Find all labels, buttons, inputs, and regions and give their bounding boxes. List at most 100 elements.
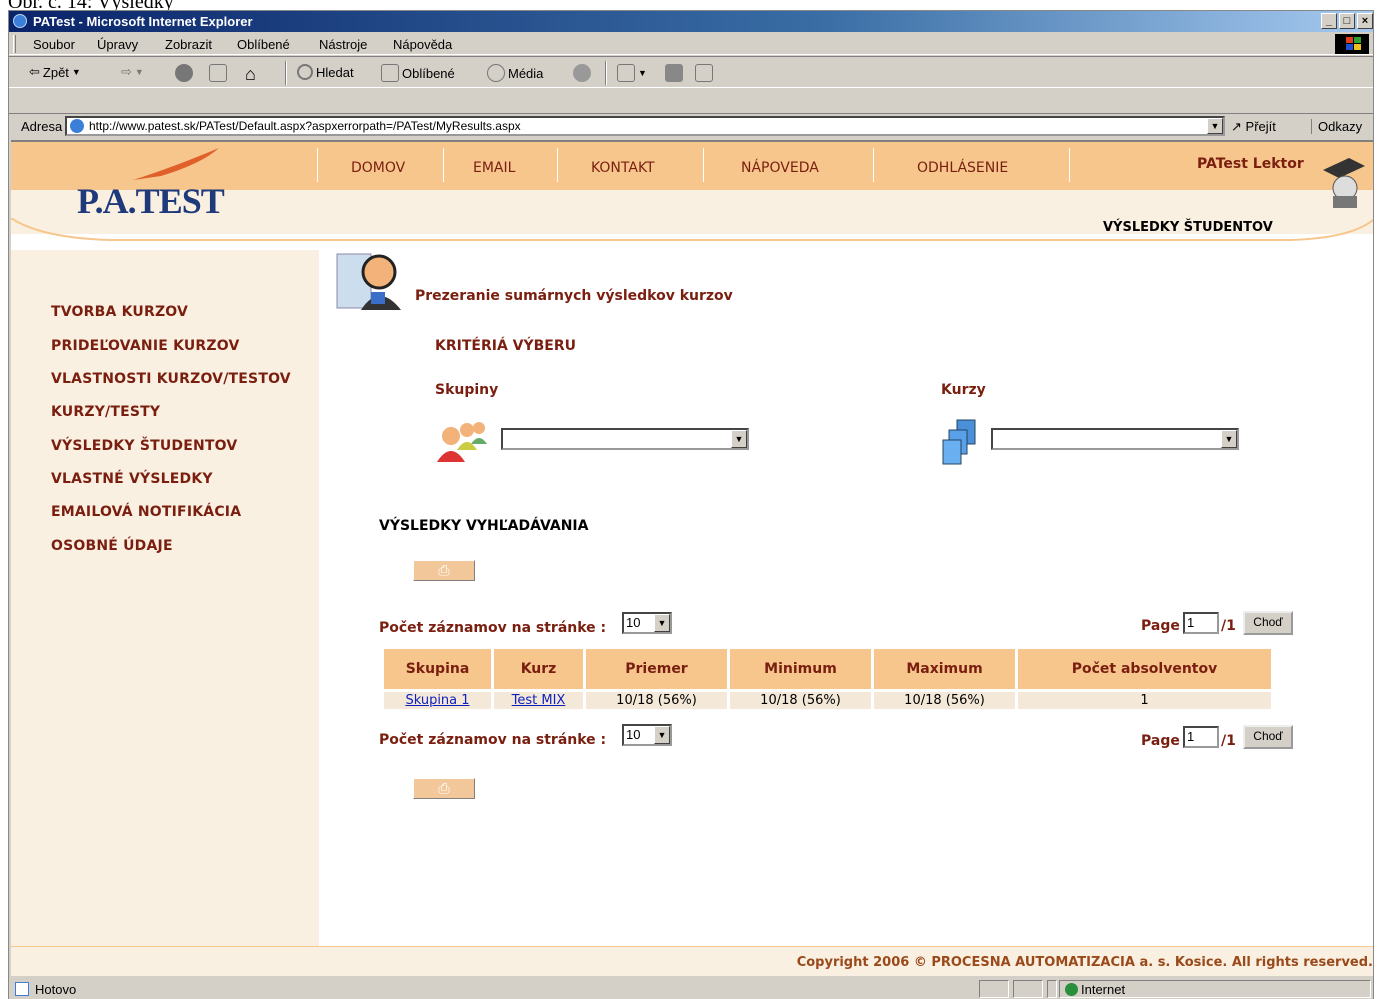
windows-logo-icon	[1335, 34, 1369, 54]
table-row: Skupina 1 Test MIX 10/18 (56%) 10/18 (56…	[384, 689, 1271, 709]
page-label-top: Page	[1141, 618, 1180, 634]
sidebar-item-kurzy-testy[interactable]: KURZY/TESTY	[51, 404, 160, 420]
menu-nastroje[interactable]: Nástroje	[319, 37, 367, 52]
print-results-button-bottom[interactable]: ⎙	[413, 778, 475, 799]
chevron-down-icon[interactable]: ▼	[731, 430, 747, 448]
title-bar: PATest - Microsoft Internet Explorer _ □…	[9, 11, 1373, 32]
history-button[interactable]	[573, 64, 591, 82]
per-page-value-bottom: 10	[626, 727, 641, 742]
browser-window: PATest - Microsoft Internet Explorer _ □…	[8, 10, 1374, 999]
menu-grip	[13, 35, 16, 53]
user-name: PATest Lektor	[1197, 156, 1304, 172]
security-zone: Internet	[1081, 982, 1126, 997]
group-link[interactable]: Skupina 1	[405, 693, 469, 708]
table-cell-maximum: 10/18 (56%)	[874, 689, 1015, 709]
stop-button[interactable]	[175, 64, 193, 82]
results-title: VÝSLEDKY VYHĽADÁVANIA	[379, 518, 589, 534]
print-results-button[interactable]: ⎙	[413, 560, 475, 581]
refresh-button[interactable]	[209, 64, 227, 82]
left-sidebar	[11, 250, 319, 960]
back-button[interactable]: ⇦ Zpět ▼	[29, 64, 81, 80]
menu-upravy[interactable]: Úpravy	[97, 37, 138, 52]
column-header-priemer[interactable]: Priemer	[586, 649, 727, 689]
menu-zobrazit[interactable]: Zobrazit	[165, 37, 212, 52]
status-cell	[1013, 980, 1043, 998]
printer-icon	[665, 64, 683, 82]
nav-napoveda[interactable]: NÁPOVEDA	[741, 160, 819, 176]
menu-soubor[interactable]: Soubor	[33, 37, 75, 52]
links-button[interactable]: Odkazy	[1311, 119, 1362, 134]
sidebar-item-tvorba-kurzov[interactable]: TVORBA KURZOV	[51, 304, 188, 320]
refresh-icon	[209, 64, 227, 82]
feather-logo-icon	[133, 148, 219, 180]
per-page-select-bottom[interactable]: 10 ▼	[622, 724, 672, 746]
column-header-skupina[interactable]: Skupina	[384, 649, 491, 689]
search-icon	[297, 64, 313, 80]
nav-odhlasenie[interactable]: ODHLÁSENIE	[917, 160, 1008, 176]
menu-oblibene[interactable]: Oblíbené	[237, 37, 290, 52]
page-viewport: P.A.TEST DOMOV EMAIL KONTAKT NÁPOVEDA OD…	[11, 140, 1373, 976]
sidebar-item-vlastnosti[interactable]: VLASTNOSTI KURZOV/TESTOV	[51, 371, 291, 387]
page-total-bottom: /1	[1221, 733, 1236, 749]
sidebar-item-email-notifikacia[interactable]: EMAILOVÁ NOTIFIKÁCIA	[51, 504, 241, 520]
menu-napoveda[interactable]: Nápověda	[393, 37, 452, 52]
page-input-bottom[interactable]: 1	[1183, 726, 1219, 748]
nav-domov[interactable]: DOMOV	[351, 160, 405, 176]
window-title: PATest - Microsoft Internet Explorer	[33, 14, 253, 29]
maximize-button[interactable]: □	[1339, 13, 1355, 29]
sidebar-item-pridelovanie-kurzov[interactable]: PRIDEĽOVANIE KURZOV	[51, 338, 240, 354]
page-total-top: /1	[1221, 618, 1236, 634]
address-input[interactable]: http://www.patest.sk/PATest/Default.aspx…	[65, 116, 1225, 136]
go-button[interactable]: ↗ Přejít	[1231, 119, 1276, 135]
per-page-label-top: Počet záznamov na stránke :	[379, 620, 607, 636]
status-text: Hotovo	[35, 982, 77, 997]
search-button[interactable]: Hledat	[297, 64, 354, 80]
forward-button[interactable]: ⇨ ▼	[121, 64, 144, 80]
sidebar-item-vlastne-vysledky[interactable]: VLASTNÉ VÝSLEDKY	[51, 471, 213, 487]
home-button[interactable]: ⌂	[245, 64, 256, 85]
chevron-down-icon[interactable]: ▼	[654, 726, 670, 744]
sidebar-item-osobne-udaje[interactable]: OSOBNÉ ÚDAJE	[51, 538, 173, 554]
table-cell-priemer: 10/18 (56%)	[586, 689, 727, 709]
minimize-button[interactable]: _	[1321, 13, 1337, 29]
per-page-select-top[interactable]: 10 ▼	[622, 612, 672, 634]
ie-icon	[13, 14, 27, 28]
chevron-down-icon[interactable]: ▼	[654, 614, 670, 632]
status-cell	[979, 980, 1009, 998]
sidebar-item-vysledky-studentov[interactable]: VÝSLEDKY ŠTUDENTOV	[51, 438, 237, 454]
go-arrow-icon: ↗	[1231, 119, 1242, 134]
column-header-pocet-absolventov[interactable]: Počet absolventov	[1018, 649, 1271, 689]
course-link[interactable]: Test MIX	[512, 693, 566, 708]
edit-button[interactable]	[695, 64, 713, 82]
graduate-avatar-icon	[1323, 158, 1365, 208]
media-button[interactable]: Média	[487, 64, 543, 82]
go-page-button-bottom[interactable]: Choď	[1243, 725, 1293, 749]
groups-select[interactable]: ▼	[501, 428, 749, 450]
media-icon	[487, 64, 505, 82]
column-header-minimum[interactable]: Minimum	[730, 649, 871, 689]
favorites-button[interactable]: Oblíbené	[381, 64, 455, 82]
address-bar: Adresa http://www.patest.sk/PATest/Defau…	[9, 113, 1373, 137]
address-dropdown-button[interactable]: ▼	[1207, 118, 1223, 134]
chevron-down-icon[interactable]: ▼	[1221, 430, 1237, 448]
column-header-maximum[interactable]: Maximum	[874, 649, 1015, 689]
chevron-down-icon: ▼	[134, 67, 144, 77]
page-section-title: VÝSLEDKY ŠTUDENTOV	[1103, 220, 1273, 235]
nav-kontakt[interactable]: KONTAKT	[591, 160, 655, 176]
nav-email[interactable]: EMAIL	[473, 160, 515, 176]
column-header-kurz[interactable]: Kurz	[494, 649, 583, 689]
mail-button[interactable]: ▼	[617, 64, 647, 82]
criteria-title: KRITÉRIÁ VÝBERU	[435, 338, 577, 354]
close-button[interactable]: ×	[1357, 13, 1373, 29]
go-page-button-top[interactable]: Choď	[1243, 611, 1293, 635]
home-icon: ⌂	[245, 64, 256, 84]
print-button[interactable]	[665, 64, 683, 82]
groups-icon	[437, 422, 487, 462]
go-label: Přejít	[1245, 119, 1276, 134]
courses-select[interactable]: ▼	[991, 428, 1239, 450]
site-footer: Copyright 2006 © PROCESNA AUTOMATIZACIA …	[11, 946, 1373, 976]
toolbar-separator	[285, 61, 287, 85]
page-input-top[interactable]: 1	[1183, 612, 1219, 634]
page-label-bottom: Page	[1141, 733, 1180, 749]
page-input-value-bottom: 1	[1187, 729, 1195, 744]
